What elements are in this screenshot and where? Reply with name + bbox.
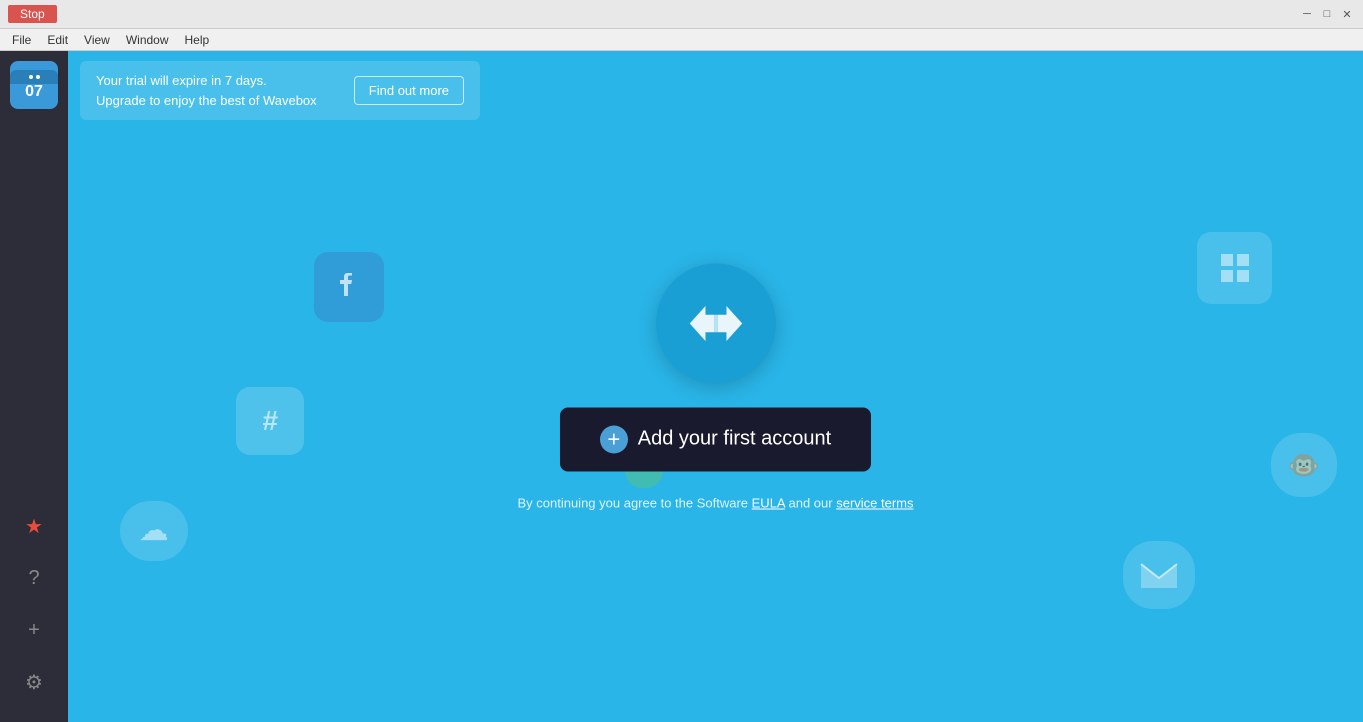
office365-bg-icon <box>1197 232 1272 304</box>
minimize-icon[interactable]: ─ <box>1299 6 1315 22</box>
menu-view[interactable]: View <box>76 31 118 49</box>
find-out-more-button[interactable]: Find out more <box>354 76 464 105</box>
menu-edit[interactable]: Edit <box>39 31 76 49</box>
help-icon[interactable]: ? <box>10 554 58 602</box>
menu-file[interactable]: File <box>4 31 39 49</box>
close-icon[interactable]: ✕ <box>1339 6 1355 22</box>
gmail-bg-icon <box>1123 541 1195 609</box>
favorites-icon[interactable]: ★ <box>10 502 58 550</box>
main-content: # ☁ 🐵 <box>68 51 1363 722</box>
center-content: + Add your first account By continuing y… <box>517 263 913 510</box>
menu-help[interactable]: Help <box>177 31 218 49</box>
mailchimp-bg-icon: 🐵 <box>1271 433 1337 497</box>
maximize-icon[interactable]: □ <box>1319 6 1335 22</box>
menu-window[interactable]: Window <box>118 31 177 49</box>
plus-icon: + <box>600 425 628 453</box>
terms-text: By continuing you agree to the Software … <box>517 495 913 510</box>
trial-line2: Upgrade to enjoy the best of Wavebox <box>96 91 317 111</box>
settings-icon[interactable]: ⚙ <box>10 658 58 706</box>
window-controls: ─ □ ✕ <box>1299 6 1355 22</box>
terms-middle: and our <box>785 495 836 510</box>
calendar-day: 07 <box>25 84 43 100</box>
wavebox-logo <box>656 263 776 383</box>
title-bar: Stop ─ □ ✕ <box>0 0 1363 29</box>
add-first-account-button[interactable]: + Add your first account <box>560 407 871 471</box>
calendar-icon[interactable]: 07 <box>10 61 58 109</box>
eula-link[interactable]: EULA <box>752 495 785 510</box>
menu-bar: File Edit View Window Help <box>0 29 1363 51</box>
terms-prefix: By continuing you agree to the Software <box>517 495 751 510</box>
add-account-label: Add your first account <box>638 428 831 451</box>
salesforce-bg-icon: ☁ <box>120 501 188 561</box>
trial-line1: Your trial will expire in 7 days. <box>96 71 317 91</box>
add-account-sidebar-icon[interactable]: + <box>10 606 58 654</box>
app-layout: 07 ★ ? + ⚙ # ☁ <box>0 51 1363 722</box>
sidebar: 07 ★ ? + ⚙ <box>0 51 68 722</box>
hashtag-bg-icon: # <box>236 387 304 455</box>
trial-text: Your trial will expire in 7 days. Upgrad… <box>96 71 317 110</box>
service-terms-link[interactable]: service terms <box>836 495 913 510</box>
trial-banner: Your trial will expire in 7 days. Upgrad… <box>80 61 480 120</box>
facebook-bg-icon <box>314 252 384 322</box>
stop-button[interactable]: Stop <box>8 5 57 23</box>
